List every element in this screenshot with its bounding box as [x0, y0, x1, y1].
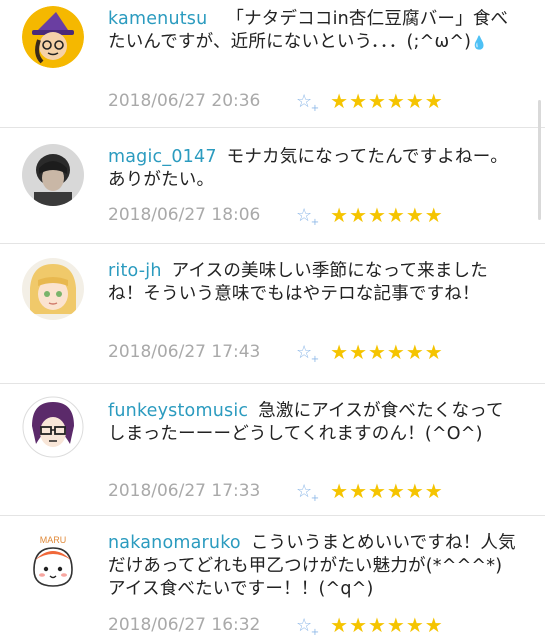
comment-meta: 2018/06/27 17:43 ☆ + ★★★★★★ — [108, 339, 444, 365]
glasses-character-avatar-icon — [22, 396, 84, 458]
comment-list: kamenutsu 「ナタデココin杏仁豆腐バー」食べたいんですが、近所にないと… — [0, 0, 545, 640]
sweat-drop-icon: 💧 — [471, 36, 488, 51]
comment-date: 2018/06/27 18:06 — [108, 205, 261, 225]
avatar[interactable] — [22, 6, 84, 68]
comment-body: magic_0147 モナカ気になってたんですよねー。ありがたい。 — [108, 146, 517, 192]
username-link[interactable]: kamenutsu — [108, 9, 207, 29]
comment-body: kamenutsu 「ナタデココin杏仁豆腐バー」食べたいんですが、近所にないと… — [108, 8, 517, 55]
comment-body: funkeystomusic 急激にアイスが食べたくなってしまったーーーどうしてく… — [108, 400, 517, 446]
comment-body: rito-jh アイスの美味しい季節になって来ましたね！そういう意味でもはやテロな… — [108, 260, 517, 306]
star-rating: ★★★★★★ — [330, 203, 444, 227]
star-rating: ★★★★★★ — [330, 613, 444, 637]
comment-date: 2018/06/27 16:32 — [108, 615, 261, 635]
comment-item: magic_0147 モナカ気になってたんですよねー。ありがたい。 2018/06… — [0, 128, 545, 244]
username-link[interactable]: nakanomaruko — [108, 533, 241, 553]
avatar[interactable]: MARU — [22, 530, 84, 592]
add-star-icon[interactable]: ☆ + — [296, 481, 319, 504]
star-rating: ★★★★★★ — [330, 340, 444, 364]
add-star-icon[interactable]: ☆ + — [296, 91, 319, 114]
add-star-icon[interactable]: ☆ + — [296, 615, 319, 638]
avatar-maru-text: MARU — [40, 535, 67, 545]
username-link[interactable]: funkeystomusic — [108, 401, 248, 421]
comment-meta: 2018/06/27 20:36 ☆ + ★★★★★★ — [108, 88, 444, 114]
witch-avatar-icon — [22, 6, 84, 68]
star-rating: ★★★★★★ — [330, 89, 444, 113]
comment-item: funkeystomusic 急激にアイスが食べたくなってしまったーーーどうしてく… — [0, 384, 545, 516]
add-star-icon[interactable]: ☆ + — [296, 342, 319, 365]
scrollbar[interactable] — [538, 100, 541, 220]
comment-meta: 2018/06/27 17:33 ☆ + ★★★★★★ — [108, 478, 444, 504]
avatar[interactable] — [22, 396, 84, 458]
comment-date: 2018/06/27 17:33 — [108, 481, 261, 501]
comment-body: nakanomaruko こういうまとめいいですね！人気だけあってどれも甲乙つけが… — [108, 532, 517, 601]
person-photo-avatar-icon — [22, 144, 84, 206]
comment-item: kamenutsu 「ナタデココin杏仁豆腐バー」食べたいんですが、近所にないと… — [0, 0, 545, 128]
maru-character-avatar-icon: MARU — [22, 530, 84, 592]
avatar[interactable] — [22, 144, 84, 206]
add-star-icon[interactable]: ☆ + — [296, 205, 319, 228]
comment-item: MARU nakanomaruko こういうまとめいいですね！人気だけあってどれも… — [0, 516, 545, 640]
comment-meta: 2018/06/27 16:32 ☆ + ★★★★★★ — [108, 612, 444, 638]
comment-text: アイスの美味しい季節になって来ましたね！そういう意味でもはやテロな記事ですね！ — [108, 261, 488, 304]
comment-date: 2018/06/27 20:36 — [108, 91, 261, 111]
star-rating: ★★★★★★ — [330, 479, 444, 503]
anime-girl-avatar-icon — [22, 258, 84, 320]
comment-date: 2018/06/27 17:43 — [108, 342, 261, 362]
comment-item: rito-jh アイスの美味しい季節になって来ましたね！そういう意味でもはやテロな… — [0, 244, 545, 384]
username-link[interactable]: rito-jh — [108, 261, 162, 281]
comment-meta: 2018/06/27 18:06 ☆ + ★★★★★★ — [108, 202, 444, 228]
username-link[interactable]: magic_0147 — [108, 147, 217, 167]
avatar[interactable] — [22, 258, 84, 320]
